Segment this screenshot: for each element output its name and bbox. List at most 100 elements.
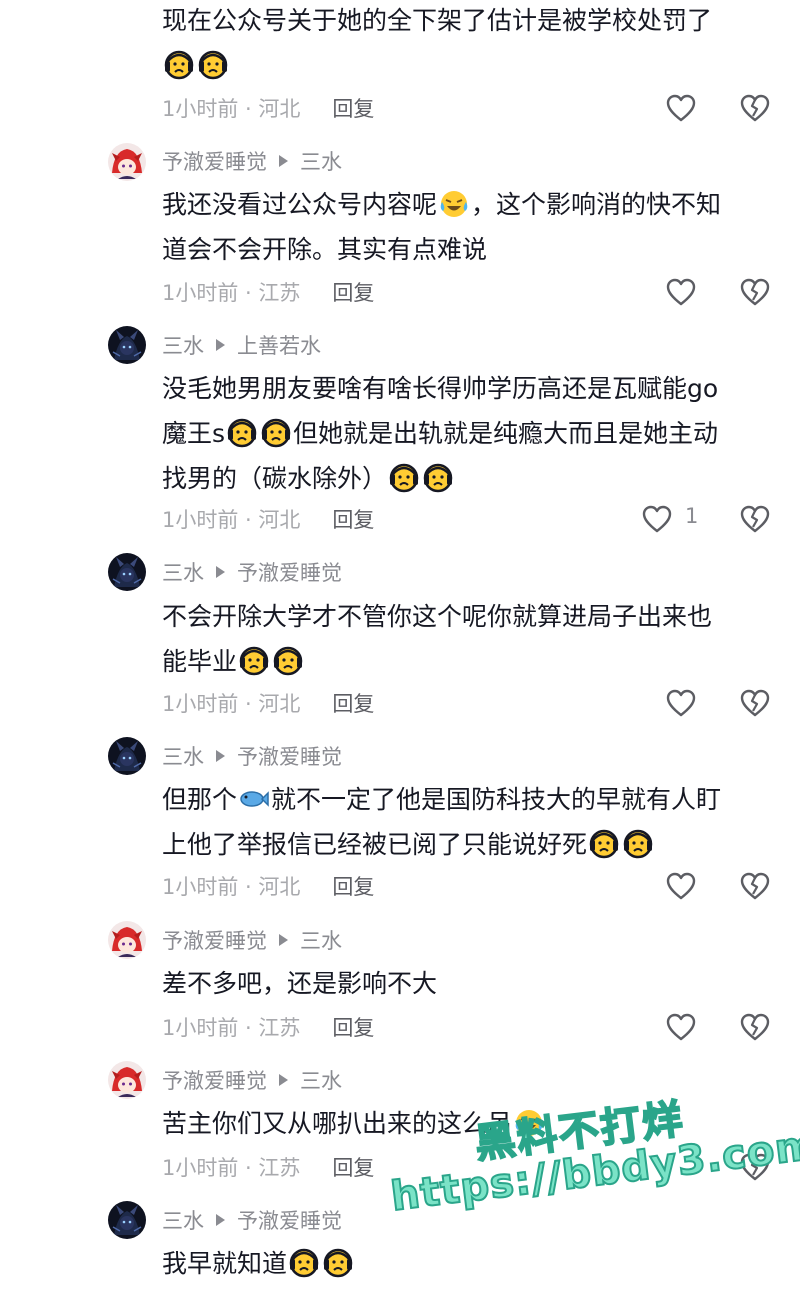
author-name[interactable]: 三水 — [162, 330, 204, 360]
reply-to-name[interactable]: 三水 — [300, 146, 342, 176]
reply-arrow-icon — [279, 155, 288, 167]
dislike-icon — [740, 93, 770, 123]
reply-button[interactable]: 回复 — [332, 871, 374, 901]
laughing-cry-emoji — [439, 189, 469, 219]
reply-button[interactable]: 回复 — [332, 277, 374, 307]
reply-arrow-icon — [279, 1074, 288, 1086]
dislike-icon — [740, 1152, 770, 1182]
reply-to-name[interactable]: 予澈爱睡觉 — [237, 741, 342, 771]
watermark-overlay: 黑料不打烊 https://bbdy3.com — [380, 1054, 800, 1244]
crying-face-emoji — [389, 463, 419, 493]
avatar[interactable] — [108, 1201, 146, 1239]
avatar[interactable] — [108, 143, 146, 181]
comment-meta: 1小时前 · 江苏 回复 — [162, 1012, 374, 1042]
reply-to-name[interactable]: 三水 — [300, 925, 342, 955]
comment-text: 没毛她男朋友要啥有啥长得帅学历高还是瓦赋能go 魔王s 但她就是出轨就是纯瘾大而且… — [162, 366, 772, 501]
avatar[interactable] — [108, 553, 146, 591]
dislike-button[interactable] — [740, 871, 770, 901]
reply-to-name[interactable]: 予澈爱睡觉 — [237, 557, 342, 587]
like-button[interactable] — [666, 277, 698, 307]
dislike-button[interactable] — [740, 1012, 770, 1042]
comment-time-location: 1小时前 · 河北 — [162, 97, 301, 121]
like-button[interactable] — [666, 688, 698, 718]
like-button[interactable] — [666, 871, 698, 901]
comment-line: 我还没看过公众号内容呢 ，这个影响消的快不知 — [162, 189, 722, 219]
reply-button[interactable]: 回复 — [332, 1012, 374, 1042]
comment-line: 苦主你们又从哪扒出来的这么吊 — [162, 1101, 772, 1146]
crying-face-emoji — [239, 646, 269, 676]
dislike-icon — [740, 1012, 770, 1042]
comment-author-row: 予澈爱睡觉 三水 — [162, 1065, 342, 1095]
reply-button[interactable]: 回复 — [332, 504, 374, 534]
dislike-button[interactable] — [740, 688, 770, 718]
avatar[interactable] — [108, 326, 146, 364]
comment-text: 我还没看过公众号内容呢 ，这个影响消的快不知 道会不会开除。其实有点难说 — [162, 182, 772, 272]
author-name[interactable]: 三水 — [162, 557, 204, 587]
heart-icon — [666, 1013, 696, 1041]
like-button[interactable] — [666, 93, 698, 123]
dislike-button[interactable] — [740, 504, 770, 534]
author-name[interactable]: 予澈爱睡觉 — [162, 1065, 267, 1095]
comment-time-location: 1小时前 · 江苏 — [162, 1016, 301, 1040]
comment-meta: 1小时前 · 河北 回复 — [162, 504, 374, 534]
comment-line: 找男的（碳水除外） — [162, 456, 772, 501]
avatar[interactable] — [108, 737, 146, 775]
author-name[interactable]: 三水 — [162, 1205, 204, 1235]
fish-emoji — [239, 784, 269, 814]
comment-text: 现在公众号关于她的全下架了估计是被学校处罚了 — [162, 0, 772, 88]
reply-button[interactable]: 回复 — [332, 1152, 374, 1182]
heart-icon — [642, 505, 672, 533]
comment-author-row: 三水 予澈爱睡觉 — [162, 741, 342, 771]
crying-face-emoji — [589, 829, 619, 859]
reply-arrow-icon — [216, 1214, 225, 1226]
comment-time-location: 1小时前 · 江苏 — [162, 281, 301, 305]
comment-line: 没毛她男朋友要啥有啥长得帅学历高还是瓦赋能go — [162, 374, 719, 403]
author-name[interactable]: 三水 — [162, 741, 204, 771]
dislike-button[interactable] — [740, 93, 770, 123]
heart-icon — [666, 689, 696, 717]
comment-text: 差不多吧，还是影响不大 — [162, 961, 772, 1006]
comment-meta: 1小时前 · 江苏 回复 — [162, 1152, 374, 1182]
comment-text: 但那个 就不一定了他是国防科技大的早就有人盯 上他了举报信已经被已阅了只能说好死 — [162, 777, 772, 867]
heart-icon — [666, 278, 696, 306]
crying-face-emoji — [289, 1248, 319, 1278]
reply-to-name[interactable]: 上善若水 — [237, 330, 321, 360]
comment-line: 但那个 就不一定了他是国防科技大的早就有人盯 — [162, 784, 722, 814]
heart-icon — [666, 94, 696, 122]
author-name[interactable]: 予澈爱睡觉 — [162, 146, 267, 176]
crying-face-emoji — [164, 50, 194, 80]
crying-face-emoji — [198, 50, 228, 80]
laughing-cry-emoji — [514, 1108, 544, 1138]
avatar[interactable] — [108, 1061, 146, 1099]
like-button[interactable] — [666, 1012, 698, 1042]
comment-time-location: 1小时前 · 江苏 — [162, 1156, 301, 1180]
comment-line: 现在公众号关于她的全下架了估计是被学校处罚了 — [162, 6, 713, 35]
reply-arrow-icon — [216, 566, 225, 578]
comment-meta: 1小时前 · 江苏 回复 — [162, 277, 374, 307]
comment-time-location: 1小时前 · 河北 — [162, 508, 301, 532]
comment-line — [162, 43, 772, 88]
comment-line: 魔王s 但她就是出轨就是纯瘾大而且是她主动 — [162, 418, 719, 448]
comment-line: 不会开除大学才不管你这个呢你就算进局子出来也 — [162, 602, 713, 631]
crying-face-emoji — [227, 418, 257, 448]
comment-author-row: 予澈爱睡觉 三水 — [162, 925, 342, 955]
avatar[interactable] — [108, 921, 146, 959]
comment-meta: 1小时前 · 河北 回复 — [162, 688, 374, 718]
reply-to-name[interactable]: 予澈爱睡觉 — [237, 1205, 342, 1235]
reply-to-name[interactable]: 三水 — [300, 1065, 342, 1095]
reply-arrow-icon — [216, 339, 225, 351]
crying-face-emoji — [273, 646, 303, 676]
dislike-icon — [740, 688, 770, 718]
comment-meta: 1小时前 · 河北 回复 — [162, 93, 374, 123]
dislike-button[interactable] — [740, 277, 770, 307]
dislike-button[interactable] — [740, 1152, 770, 1182]
like-button[interactable] — [642, 504, 674, 534]
reply-button[interactable]: 回复 — [332, 688, 374, 718]
reply-arrow-icon — [279, 934, 288, 946]
comment-line: 能毕业 — [162, 639, 772, 684]
reply-arrow-icon — [216, 750, 225, 762]
author-name[interactable]: 予澈爱睡觉 — [162, 925, 267, 955]
reply-button[interactable]: 回复 — [332, 93, 374, 123]
crying-face-emoji — [261, 418, 291, 448]
like-count: 1 — [685, 504, 699, 528]
